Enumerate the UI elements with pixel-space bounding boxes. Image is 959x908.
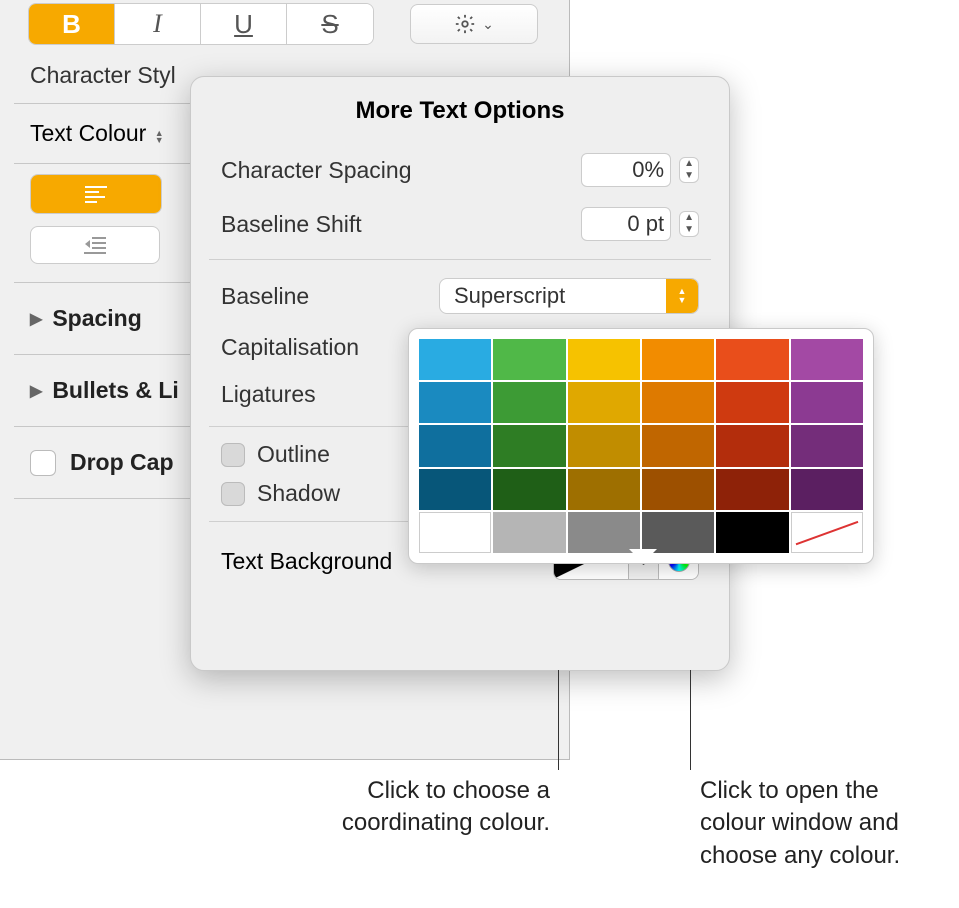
decrease-indent-icon bbox=[84, 236, 106, 254]
colour-swatch[interactable] bbox=[419, 425, 491, 466]
divider bbox=[209, 259, 711, 260]
ligatures-label: Ligatures bbox=[221, 381, 316, 408]
chevron-down-icon: ⌄ bbox=[482, 16, 494, 33]
disclosure-triangle-icon: ▶ bbox=[30, 309, 42, 329]
colour-swatch[interactable] bbox=[791, 382, 863, 423]
style-segmented-control: B I U S bbox=[28, 3, 374, 45]
decrease-indent-button[interactable] bbox=[30, 226, 160, 264]
baseline-shift-stepper[interactable]: ▲▼ bbox=[679, 211, 699, 237]
dropcap-checkbox[interactable] bbox=[30, 450, 56, 476]
alignment-segmented-control bbox=[30, 174, 162, 214]
character-spacing-row: Character Spacing 0% ▲▼ bbox=[191, 143, 729, 197]
colour-swatch[interactable] bbox=[642, 382, 714, 423]
align-left-icon bbox=[85, 186, 107, 203]
outline-label: Outline bbox=[257, 441, 330, 468]
baseline-row: Baseline Superscript ▲▼ bbox=[191, 268, 729, 324]
callout-line bbox=[558, 670, 559, 770]
colour-swatch[interactable] bbox=[419, 382, 491, 423]
colour-swatch[interactable] bbox=[568, 382, 640, 423]
text-colour-stepper[interactable]: ▲▼ bbox=[155, 130, 164, 144]
underline-button[interactable]: U bbox=[201, 4, 287, 44]
popover-title: More Text Options bbox=[191, 77, 729, 143]
disclosure-triangle-icon: ▶ bbox=[30, 381, 42, 401]
swatch-grid bbox=[419, 339, 863, 553]
text-colour-label: Text Colour bbox=[30, 120, 146, 146]
colour-swatch[interactable] bbox=[419, 339, 491, 380]
baseline-shift-label: Baseline Shift bbox=[221, 211, 362, 238]
baseline-select[interactable]: Superscript ▲▼ bbox=[439, 278, 699, 314]
callout-left: Click to choose a coordinating colour. bbox=[250, 775, 550, 840]
baseline-shift-row: Baseline Shift 0 pt ▲▼ bbox=[191, 197, 729, 251]
colour-swatch[interactable] bbox=[791, 425, 863, 466]
colour-swatch[interactable] bbox=[568, 425, 640, 466]
character-spacing-label: Character Spacing bbox=[221, 157, 412, 184]
baseline-label: Baseline bbox=[221, 283, 309, 310]
colour-swatch[interactable] bbox=[493, 339, 565, 380]
strikethrough-button[interactable]: S bbox=[287, 4, 373, 44]
dropcap-label: Drop Cap bbox=[70, 449, 174, 476]
colour-swatch[interactable] bbox=[568, 339, 640, 380]
colour-swatch[interactable] bbox=[716, 512, 788, 553]
outline-checkbox[interactable] bbox=[221, 443, 245, 467]
select-arrows-icon: ▲▼ bbox=[666, 279, 698, 313]
italic-button[interactable]: I bbox=[115, 4, 201, 44]
colour-swatch[interactable] bbox=[716, 469, 788, 510]
bullets-label: Bullets & Li bbox=[52, 377, 179, 404]
colour-swatch[interactable] bbox=[493, 512, 565, 553]
callout-line bbox=[690, 670, 691, 770]
colour-swatch[interactable] bbox=[791, 339, 863, 380]
no-colour-swatch[interactable] bbox=[791, 512, 863, 553]
text-background-label: Text Background bbox=[221, 548, 392, 575]
colour-swatch[interactable] bbox=[642, 339, 714, 380]
baseline-shift-field[interactable]: 0 pt bbox=[581, 207, 671, 241]
colour-swatch[interactable] bbox=[568, 469, 640, 510]
colour-swatch[interactable] bbox=[716, 382, 788, 423]
callout-right: Click to open the colour window and choo… bbox=[700, 775, 940, 872]
spacing-label: Spacing bbox=[52, 305, 141, 332]
colour-swatch[interactable] bbox=[716, 339, 788, 380]
capitalisation-label: Capitalisation bbox=[221, 334, 359, 361]
colour-swatch[interactable] bbox=[642, 469, 714, 510]
colour-swatch[interactable] bbox=[493, 469, 565, 510]
text-style-buttons: B I U S ⌄ bbox=[0, 0, 569, 48]
colour-swatch[interactable] bbox=[642, 512, 714, 553]
colour-swatch[interactable] bbox=[419, 469, 491, 510]
colour-swatch-popup bbox=[408, 328, 874, 564]
colour-swatch[interactable] bbox=[493, 425, 565, 466]
colour-swatch[interactable] bbox=[642, 425, 714, 466]
character-spacing-field[interactable]: 0% bbox=[581, 153, 671, 187]
colour-swatch[interactable] bbox=[791, 469, 863, 510]
shadow-checkbox[interactable] bbox=[221, 482, 245, 506]
align-left-button[interactable] bbox=[31, 175, 161, 213]
colour-swatch[interactable] bbox=[568, 512, 640, 553]
colour-swatch[interactable] bbox=[419, 512, 491, 553]
gear-icon bbox=[454, 13, 476, 35]
shadow-label: Shadow bbox=[257, 480, 340, 507]
more-options-button[interactable]: ⌄ bbox=[410, 4, 538, 44]
colour-swatch[interactable] bbox=[716, 425, 788, 466]
character-spacing-stepper[interactable]: ▲▼ bbox=[679, 157, 699, 183]
colour-swatch[interactable] bbox=[493, 382, 565, 423]
bold-button[interactable]: B bbox=[29, 4, 115, 44]
